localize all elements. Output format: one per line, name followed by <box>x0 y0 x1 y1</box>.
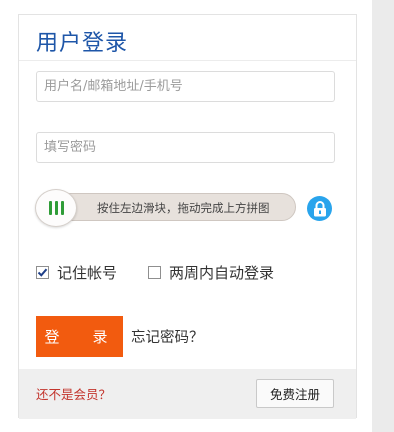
remember-account-checkbox[interactable]: 记住帐号 <box>36 262 117 283</box>
not-member-link[interactable]: 还不是会员？ <box>36 384 111 403</box>
slider-instruction: 按住左边滑块，拖动完成上方拼图 <box>97 201 270 215</box>
login-button[interactable]: 登 录 <box>36 316 123 357</box>
checkbox-unchecked-icon[interactable] <box>148 266 161 279</box>
login-title: 用户登录 <box>36 31 129 56</box>
slider-captcha[interactable]: 按住左边滑块，拖动完成上方拼图 <box>35 189 296 227</box>
slider-handle[interactable] <box>35 189 77 227</box>
forgot-password-link[interactable]: 忘记密码？ <box>131 326 204 347</box>
username-input[interactable] <box>37 72 334 101</box>
grip-icon <box>48 201 52 215</box>
login-panel: 用户登录 按住左边滑块，拖动完成上方拼图 记住帐号 两周内自动登录 <box>18 14 357 419</box>
auto-login-label: 两周内自动登录 <box>169 264 275 282</box>
register-button[interactable]: 免费注册 <box>256 379 334 408</box>
auto-login-checkbox[interactable]: 两周内自动登录 <box>148 262 274 283</box>
grip-icon-bar <box>54 201 58 215</box>
register-footer: 还不是会员？ 免费注册 <box>19 369 356 419</box>
grip-icon-bar <box>60 201 64 215</box>
title-divider <box>19 60 356 61</box>
password-input[interactable] <box>37 133 334 162</box>
username-field[interactable] <box>36 71 335 102</box>
checkbox-checked-icon[interactable] <box>36 266 49 279</box>
password-field[interactable] <box>36 132 335 163</box>
lock-icon <box>307 196 332 221</box>
remember-account-label: 记住帐号 <box>57 264 118 282</box>
